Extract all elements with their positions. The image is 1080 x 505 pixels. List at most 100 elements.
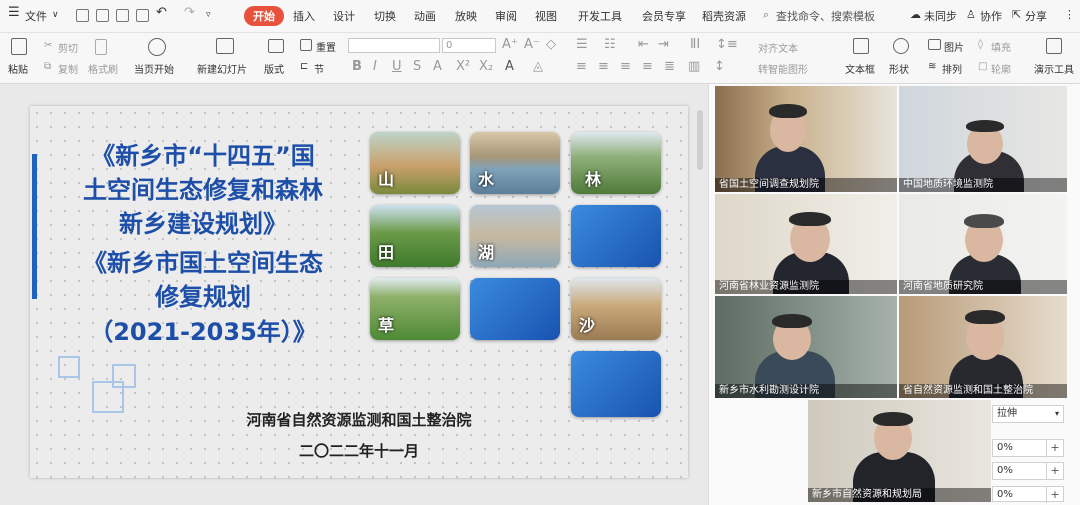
tab-animation[interactable]: 动画 xyxy=(414,8,436,24)
export-icon[interactable] xyxy=(96,9,109,22)
align-left-icon[interactable]: ≡ xyxy=(576,59,587,74)
arrange-icon[interactable]: ≋ xyxy=(928,61,936,72)
justify-icon[interactable]: ≡ xyxy=(642,59,653,74)
play-icon[interactable] xyxy=(148,38,166,56)
cut-button[interactable]: 剪切 xyxy=(58,40,78,55)
superscript-icon[interactable]: X² xyxy=(456,59,470,74)
more-icon[interactable]: ⋮ xyxy=(1064,8,1075,21)
smart-graphic-button[interactable]: 转智能图形 xyxy=(758,61,808,76)
present-tool-icon[interactable] xyxy=(1046,38,1062,54)
layout-button[interactable]: 版式 xyxy=(264,61,284,76)
tab-review[interactable]: 审阅 xyxy=(495,8,517,24)
font-name-field[interactable] xyxy=(348,38,440,53)
preview-icon[interactable] xyxy=(136,9,149,22)
section-icon[interactable]: ⊏ xyxy=(300,61,308,72)
cloud-sync-icon[interactable]: ☁ xyxy=(910,8,921,21)
file-menu[interactable]: 文件 xyxy=(25,8,47,24)
paste-icon[interactable] xyxy=(11,38,27,55)
customize-icon[interactable]: ▿ xyxy=(206,10,211,20)
search-icon[interactable]: ⌕ xyxy=(763,8,769,22)
vertical-scrollbar[interactable] xyxy=(697,110,703,170)
underline-icon[interactable]: U xyxy=(392,59,402,74)
italic-icon[interactable]: I xyxy=(373,59,377,74)
sync-status[interactable]: 未同步 xyxy=(924,8,957,24)
fill-button[interactable]: 填充 xyxy=(991,39,1011,54)
cut-icon[interactable]: ✂ xyxy=(44,40,52,51)
subscript-icon[interactable]: X₂ xyxy=(479,59,493,74)
video-tile[interactable]: 河南省地质研究院 xyxy=(899,194,1067,294)
grow-font-icon[interactable]: A⁺ xyxy=(502,37,518,52)
arrange-button[interactable]: 排列 xyxy=(942,61,962,76)
shape-button[interactable]: 形状 xyxy=(889,61,909,76)
picture-button[interactable]: 图片 xyxy=(944,39,964,54)
tab-view[interactable]: 视图 xyxy=(535,8,557,24)
line-spacing-icon[interactable]: ↕≡ xyxy=(716,37,738,52)
offset-field[interactable]: 0% + xyxy=(992,439,1064,457)
chevron-down-icon[interactable]: ∨ xyxy=(52,10,59,20)
align-text-button[interactable]: 对齐文本 xyxy=(758,40,798,55)
strikethrough-icon[interactable]: S xyxy=(413,59,421,74)
paste-button[interactable]: 粘贴 xyxy=(8,61,28,76)
text-shadow-icon[interactable]: A xyxy=(433,59,442,74)
reset-button[interactable]: 重置 xyxy=(316,39,336,54)
video-tile[interactable]: 省国土空间调查规划院 xyxy=(715,86,897,192)
numbering-icon[interactable]: ☷ xyxy=(604,37,616,52)
collab-icon[interactable]: ♙ xyxy=(966,8,976,21)
plus-icon[interactable]: + xyxy=(1046,440,1063,456)
share-button[interactable]: 分享 xyxy=(1025,8,1047,24)
format-painter-button[interactable]: 格式刷 xyxy=(88,61,118,76)
para-spacing-icon[interactable]: ↕ xyxy=(714,59,725,74)
video-tile[interactable]: 新乡市水利勘测设计院 xyxy=(715,296,897,398)
video-tile[interactable]: 新乡市自然资源和规划局 xyxy=(808,400,991,502)
decrease-indent-icon[interactable]: ⇤ xyxy=(638,37,649,52)
textbox-icon[interactable] xyxy=(853,38,869,54)
align-right-icon[interactable]: ≡ xyxy=(620,59,631,74)
textbox-button[interactable]: 文本框 xyxy=(845,61,875,76)
clear-format-icon[interactable]: ◇ xyxy=(546,37,556,52)
outline-button[interactable]: 轮廓 xyxy=(991,61,1011,76)
picture-icon[interactable] xyxy=(928,39,941,50)
format-painter-icon[interactable] xyxy=(95,39,107,55)
highlight-icon[interactable]: ◬ xyxy=(533,59,543,74)
tab-home[interactable]: 开始 xyxy=(244,6,284,26)
copy-button[interactable]: 复制 xyxy=(58,61,78,76)
stretch-select[interactable]: 拉伸 ▾ xyxy=(992,405,1064,423)
print-icon[interactable] xyxy=(116,9,129,22)
increase-indent-icon[interactable]: ⇥ xyxy=(658,37,669,52)
font-color-icon[interactable]: A xyxy=(505,59,514,74)
tab-transition[interactable]: 切换 xyxy=(374,8,396,24)
tab-member[interactable]: 会员专享 xyxy=(642,8,686,24)
shrink-font-icon[interactable]: A⁻ xyxy=(524,37,540,52)
tab-slideshow[interactable]: 放映 xyxy=(455,8,477,24)
slide-canvas[interactable]: 《新乡市“十四五”国 土空间生态修复和森林 新乡建设规划》 《新乡市国土空间生态… xyxy=(30,106,688,478)
bullets-icon[interactable]: ☰ xyxy=(576,37,588,52)
tab-docer[interactable]: 稻壳资源 xyxy=(702,8,746,24)
from-current-button[interactable]: 当页开始 xyxy=(134,61,174,76)
tab-insert[interactable]: 插入 xyxy=(293,8,315,24)
offset-field[interactable]: 0% + xyxy=(992,486,1064,503)
plus-icon[interactable]: + xyxy=(1046,463,1063,479)
video-tile[interactable]: 省自然资源监测和国土整治院 xyxy=(899,296,1067,398)
redo-icon[interactable]: ↷ xyxy=(184,5,195,20)
fill-icon[interactable]: ◊ xyxy=(978,39,983,50)
video-tile[interactable]: 河南省林业资源监测院 xyxy=(715,194,897,294)
section-button[interactable]: 节 xyxy=(314,61,324,76)
new-slide-button[interactable]: 新建幻灯片 xyxy=(197,61,247,76)
command-search[interactable]: 查找命令、搜索模板 xyxy=(776,8,875,24)
bold-icon[interactable]: B xyxy=(352,59,362,74)
shape-icon[interactable] xyxy=(893,38,909,54)
offset-field[interactable]: 0% + xyxy=(992,462,1064,480)
outline-icon[interactable]: □ xyxy=(978,61,987,72)
distribute-icon[interactable]: ≣ xyxy=(664,59,675,74)
undo-icon[interactable]: ↶ xyxy=(156,5,167,20)
new-slide-icon[interactable] xyxy=(216,38,234,54)
tab-developer[interactable]: 开发工具 xyxy=(578,8,622,24)
copy-icon[interactable]: ⧉ xyxy=(44,61,51,72)
collab-button[interactable]: 协作 xyxy=(980,8,1002,24)
columns-icon[interactable]: ▥ xyxy=(688,59,700,74)
save-icon[interactable] xyxy=(76,9,89,22)
hamburger-icon[interactable]: ☰ xyxy=(8,5,20,20)
font-size-field[interactable]: 0 xyxy=(442,38,496,53)
reset-icon[interactable] xyxy=(300,39,312,51)
present-tool-button[interactable]: 演示工具 xyxy=(1034,61,1074,76)
